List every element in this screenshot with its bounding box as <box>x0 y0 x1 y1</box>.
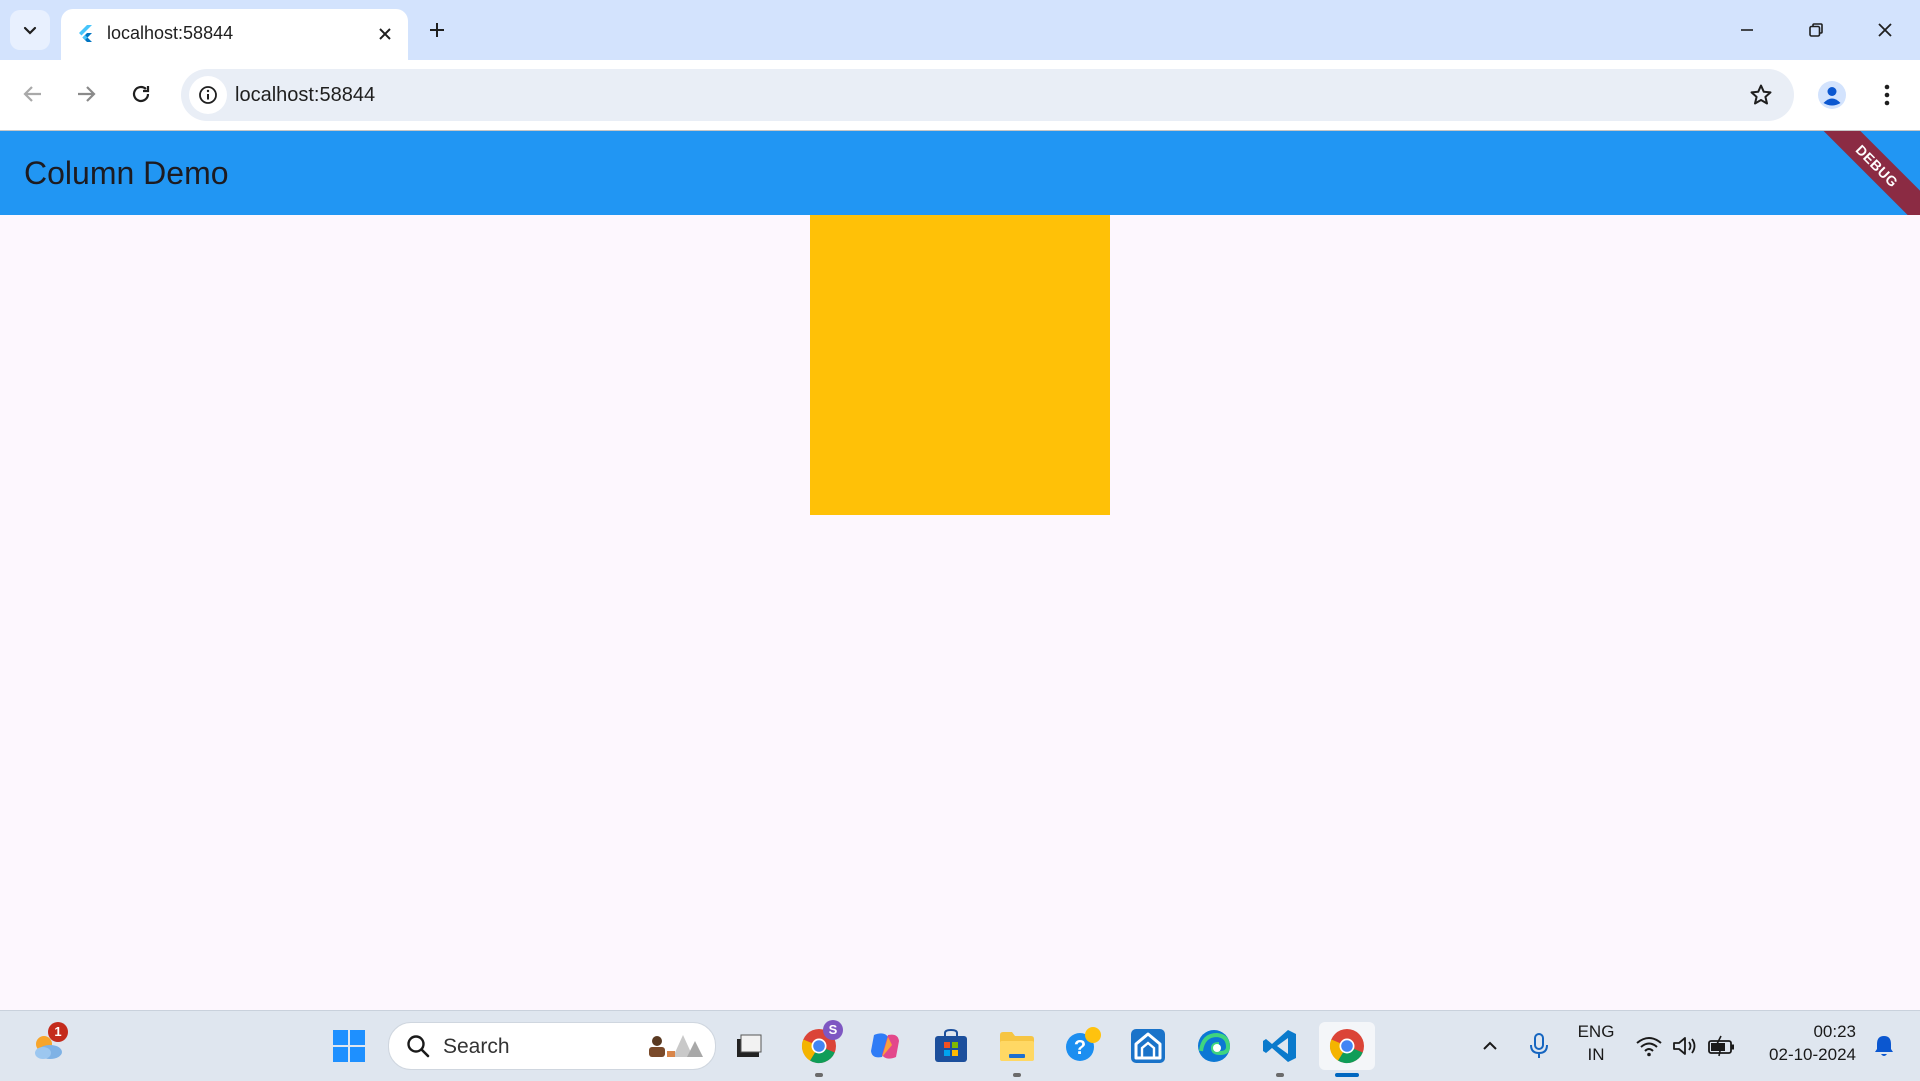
app-body <box>0 215 1920 1010</box>
arrow-left-icon <box>23 86 41 102</box>
restore-button[interactable] <box>1789 10 1843 50</box>
tab-search-button[interactable] <box>10 10 50 50</box>
notifications-button[interactable] <box>1864 1022 1904 1070</box>
task-view-button[interactable] <box>725 1022 773 1070</box>
flutter-favicon-icon <box>79 25 92 42</box>
reload-icon <box>132 85 150 103</box>
address-bar[interactable]: localhost:58844 <box>181 69 1794 121</box>
close-window-button[interactable] <box>1858 10 1912 50</box>
tab-title: localhost:58844 <box>107 23 234 43</box>
browser-tab[interactable]: localhost:58844 <box>61 9 408 60</box>
volume-icon <box>1673 1037 1696 1055</box>
start-button[interactable] <box>325 1022 373 1070</box>
house-app-icon <box>1131 1029 1165 1063</box>
taskbar-copilot[interactable] <box>861 1022 909 1070</box>
minimize-icon <box>1741 29 1753 31</box>
chrome-icon <box>1329 1029 1364 1064</box>
windows-logo-icon <box>333 1030 365 1062</box>
battery-charging-icon <box>1708 1035 1734 1057</box>
weather-widget[interactable]: 1 <box>24 1022 72 1070</box>
page-title: Column Demo <box>24 155 229 191</box>
quick-settings-button[interactable] <box>1630 1022 1742 1070</box>
taskbar-app-house[interactable] <box>1124 1022 1172 1070</box>
info-icon <box>199 86 217 104</box>
folder-icon <box>1000 1032 1034 1061</box>
new-tab-button[interactable] <box>422 15 452 45</box>
search-highlight-icon <box>649 1035 703 1057</box>
profile-button[interactable] <box>1812 78 1852 112</box>
bell-icon <box>1875 1036 1893 1056</box>
windows-taskbar: 1 Search S ? ENG IN 00:23 02-10-2024 <box>0 1010 1920 1081</box>
clock-date[interactable]: 02-10-2024 <box>1756 1044 1856 1066</box>
tab-strip: localhost:58844 <box>0 0 1920 60</box>
task-view-icon <box>737 1034 762 1057</box>
arrow-right-icon <box>78 86 96 102</box>
close-icon <box>379 28 391 40</box>
edge-icon <box>1198 1030 1231 1062</box>
chevron-up-icon <box>1483 1041 1497 1050</box>
kebab-menu-icon <box>1884 84 1890 106</box>
microphone-icon <box>1530 1033 1548 1058</box>
bookmark-button[interactable] <box>1748 82 1774 108</box>
wifi-icon <box>1636 1037 1662 1057</box>
site-info-button[interactable] <box>189 76 227 114</box>
taskbar-vscode[interactable] <box>1256 1022 1304 1077</box>
show-hidden-icons-button[interactable] <box>1467 1022 1513 1070</box>
star-icon <box>1750 84 1772 105</box>
chrome-menu-button[interactable] <box>1870 78 1904 112</box>
clock-time[interactable]: 00:23 <box>1756 1021 1856 1043</box>
debug-banner: DEBUG <box>1800 131 1920 215</box>
url-text[interactable]: localhost:58844 <box>235 83 375 107</box>
search-label: Search <box>443 1035 510 1058</box>
restore-icon <box>1809 23 1823 37</box>
microphone-button[interactable] <box>1516 1022 1562 1070</box>
running-indicator <box>1013 1073 1021 1077</box>
taskbar-chrome-active[interactable] <box>1319 1022 1375 1077</box>
active-indicator <box>1335 1073 1359 1077</box>
language-indicator-line1[interactable]: ENG <box>1574 1021 1618 1043</box>
profile-avatar-icon <box>1818 81 1846 109</box>
back-button[interactable] <box>13 74 53 114</box>
minimize-button[interactable] <box>1720 10 1774 50</box>
help-icon: ? <box>1066 1027 1101 1061</box>
taskbar-file-explorer[interactable] <box>993 1022 1041 1077</box>
amber-container-box <box>810 215 1110 515</box>
running-indicator <box>815 1073 823 1077</box>
plus-icon <box>430 23 444 37</box>
notification-badge: 1 <box>48 1022 68 1042</box>
tab-close-button[interactable] <box>372 21 398 47</box>
taskbar-edge[interactable] <box>1190 1022 1238 1070</box>
taskbar-get-help[interactable]: ? <box>1059 1022 1107 1070</box>
svg-text:?: ? <box>1074 1037 1086 1059</box>
language-indicator-line2[interactable]: IN <box>1574 1044 1618 1066</box>
vscode-icon <box>1263 1030 1296 1062</box>
search-icon <box>407 1035 430 1058</box>
copilot-icon <box>871 1033 899 1059</box>
store-icon <box>935 1028 967 1062</box>
app-bar: Column Demo DEBUG <box>0 131 1920 215</box>
profile-badge: S <box>823 1020 843 1040</box>
chevron-down-icon <box>23 26 37 35</box>
forward-button[interactable] <box>66 74 106 114</box>
taskbar-chrome-profile[interactable]: S <box>795 1020 843 1077</box>
browser-toolbar: localhost:58844 <box>0 60 1920 131</box>
close-icon <box>1878 23 1892 37</box>
reload-button[interactable] <box>121 74 161 114</box>
taskbar-search-box[interactable]: Search <box>388 1022 716 1070</box>
running-indicator <box>1276 1073 1284 1077</box>
taskbar-microsoft-store[interactable] <box>927 1022 975 1070</box>
